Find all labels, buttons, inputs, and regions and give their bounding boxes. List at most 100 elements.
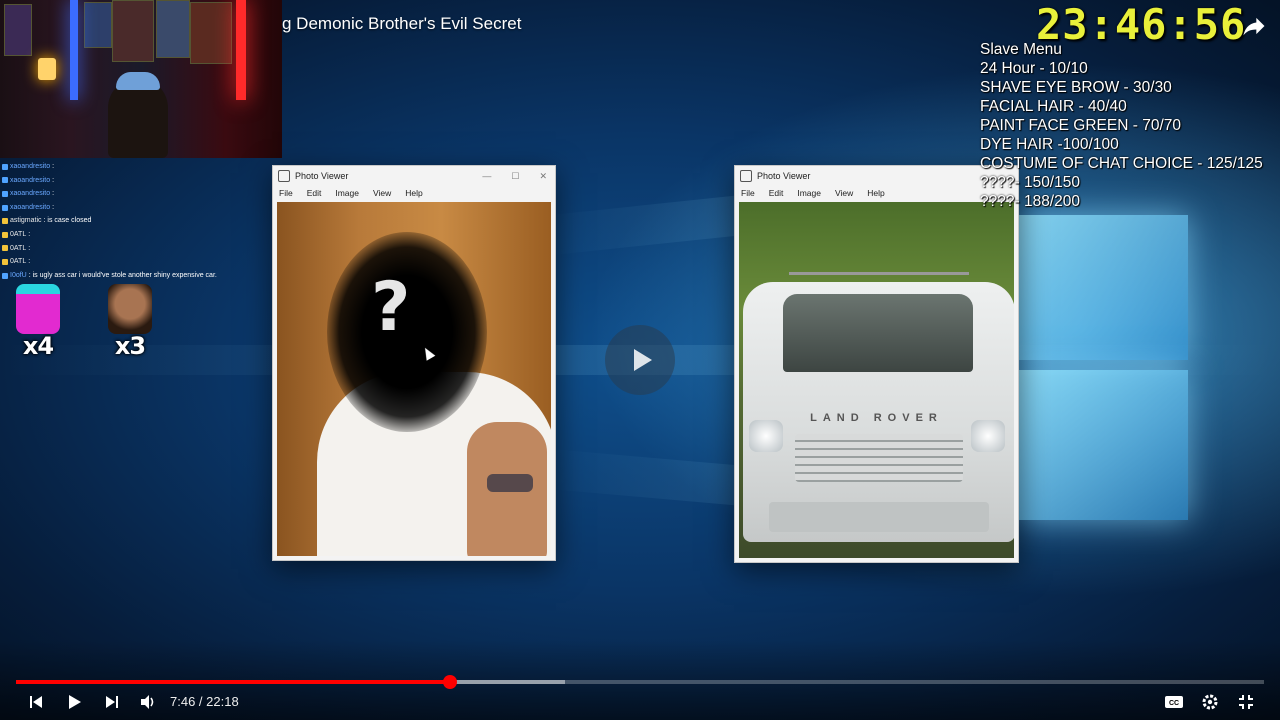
- chat-badge-icon: [2, 272, 8, 279]
- window-menubar: File Edit Image View Help: [273, 186, 555, 200]
- chat-badge-icon: [2, 258, 8, 265]
- menu-item: ????- 188/200: [980, 193, 1080, 210]
- volume-icon: [141, 695, 154, 709]
- chat-text: :: [52, 190, 55, 198]
- svg-text:CC: CC: [1169, 700, 1179, 707]
- menu-heading: Slave Menu: [980, 41, 1062, 58]
- menu-item: FACIAL HAIR - 40/40: [980, 98, 1127, 115]
- menu-file[interactable]: File: [279, 188, 293, 198]
- window-title: Photo Viewer: [295, 171, 349, 181]
- photo-car: LAND ROVER: [739, 202, 1014, 558]
- chat-message: xaoandresito:: [2, 160, 272, 174]
- minimize-icon[interactable]: —: [482, 171, 491, 182]
- chat-badge-icon: [2, 245, 8, 252]
- gear-icon: [1202, 694, 1218, 710]
- menu-help[interactable]: Help: [867, 188, 884, 198]
- played-bar: [16, 680, 450, 684]
- menu-view[interactable]: View: [373, 188, 391, 198]
- chat-text: : is ugly ass car i would've stole anoth…: [28, 271, 217, 279]
- chat-message: I0ofU: is ugly ass car i would've stole …: [2, 269, 272, 283]
- time-display: 7:46 / 22:18: [170, 694, 239, 709]
- close-icon[interactable]: ✕: [539, 171, 547, 182]
- duration: 22:18: [206, 694, 239, 709]
- chat-username[interactable]: xaoandresito: [10, 187, 50, 201]
- scrubber-handle[interactable]: [442, 675, 457, 689]
- menu-edit[interactable]: Edit: [769, 188, 784, 198]
- menu-item: 24 Hour - 10/10: [980, 60, 1088, 77]
- menu-image[interactable]: Image: [335, 188, 359, 198]
- streamer-webcam: [0, 0, 282, 158]
- question-mark: ?: [371, 268, 411, 347]
- window-menubar: File Edit Image View Help: [735, 186, 1018, 200]
- closed-captions-icon: CC: [1165, 696, 1183, 708]
- chat-username[interactable]: 0ATL: [10, 255, 26, 269]
- chat-username[interactable]: 0ATL: [10, 242, 26, 256]
- next-button[interactable]: [102, 691, 122, 713]
- chat-text: :: [28, 258, 31, 266]
- menu-image[interactable]: Image: [797, 188, 821, 198]
- chat-badge-icon: [2, 204, 8, 211]
- video-frame[interactable]: g Demonic Brother's Evil Secret xaoandre…: [0, 0, 1280, 720]
- maximize-icon[interactable]: ☐: [511, 171, 519, 182]
- volume-button[interactable]: [138, 691, 158, 713]
- exit-fullscreen-button[interactable]: [1235, 691, 1257, 713]
- play-button[interactable]: [63, 691, 85, 713]
- chat-message: 0ATL:: [2, 255, 272, 269]
- exit-fullscreen-icon: [1239, 695, 1253, 709]
- skip-previous-icon: [30, 696, 42, 708]
- previous-button[interactable]: [26, 691, 46, 713]
- play-icon: [69, 695, 81, 709]
- center-play-button[interactable]: [605, 325, 675, 395]
- progress-bar[interactable]: [16, 675, 1264, 689]
- chat-badge-icon: [2, 177, 8, 184]
- menu-help[interactable]: Help: [405, 188, 422, 198]
- settings-button[interactable]: [1199, 691, 1221, 713]
- skip-next-icon: [106, 696, 118, 708]
- chat-badge-icon: [2, 231, 8, 238]
- chat-text: : is case closed: [43, 217, 92, 225]
- photo-viewer-window-right[interactable]: Photo Viewer File Edit Image View Help L…: [734, 165, 1019, 563]
- play-icon: [634, 349, 652, 371]
- menu-item: SHAVE EYE BROW - 30/30: [980, 79, 1172, 96]
- chat-username[interactable]: I0ofU: [10, 269, 27, 283]
- window-titlebar[interactable]: Photo Viewer — ☐ ✕: [273, 166, 555, 186]
- current-time: 7:46: [170, 694, 196, 709]
- chat-message: xaoandresito:: [2, 174, 272, 188]
- chat-badge-icon: [2, 218, 8, 225]
- slave-menu: Slave Menu 24 Hour - 10/10 SHAVE EYE BROW …: [980, 40, 1263, 211]
- chat-text: :: [28, 244, 31, 252]
- windows-logo: [1018, 205, 1190, 530]
- chat-username[interactable]: astigmatic: [10, 214, 42, 228]
- captions-button[interactable]: CC: [1163, 691, 1185, 713]
- share-icon[interactable]: [1240, 12, 1268, 40]
- menu-edit[interactable]: Edit: [307, 188, 322, 198]
- chat-text: :: [52, 203, 55, 211]
- chat-message: 0ATL:: [2, 242, 272, 256]
- chat-emote: x4: [6, 284, 70, 360]
- time-separator: /: [195, 694, 207, 709]
- menu-item: COSTUME OF CHAT CHOICE - 125/125: [980, 155, 1263, 172]
- window-titlebar[interactable]: Photo Viewer: [735, 166, 1018, 186]
- chat-badge-icon: [2, 190, 8, 197]
- chat-username[interactable]: xaoandresito: [10, 201, 50, 215]
- emote-count: x4: [22, 332, 54, 360]
- chat-badge-icon: [2, 163, 8, 170]
- menu-file[interactable]: File: [741, 188, 755, 198]
- chat-username[interactable]: xaoandresito: [10, 174, 50, 188]
- menu-item: DYE HAIR -100/100: [980, 136, 1119, 153]
- window-title: Photo Viewer: [757, 171, 811, 181]
- photo-mystery-person: ?: [277, 202, 551, 556]
- photo-viewer-window-left[interactable]: Photo Viewer — ☐ ✕ File Edit Image View …: [272, 165, 556, 561]
- chat-username[interactable]: 0ATL: [10, 228, 26, 242]
- chat-text: :: [52, 163, 55, 170]
- chat-text: :: [52, 176, 55, 184]
- emote-count: x3: [114, 332, 146, 360]
- chat-emote: x3: [98, 284, 162, 360]
- chat-username[interactable]: xaoandresito: [10, 160, 50, 174]
- menu-item: ????- 150/150: [980, 174, 1080, 191]
- chat-message: astigmatic: is case closed: [2, 214, 272, 228]
- menu-view[interactable]: View: [835, 188, 853, 198]
- chat-message: xaoandresito:: [2, 187, 272, 201]
- photo-app-icon: [278, 170, 290, 182]
- car-brand-text: LAND ROVER: [810, 412, 943, 424]
